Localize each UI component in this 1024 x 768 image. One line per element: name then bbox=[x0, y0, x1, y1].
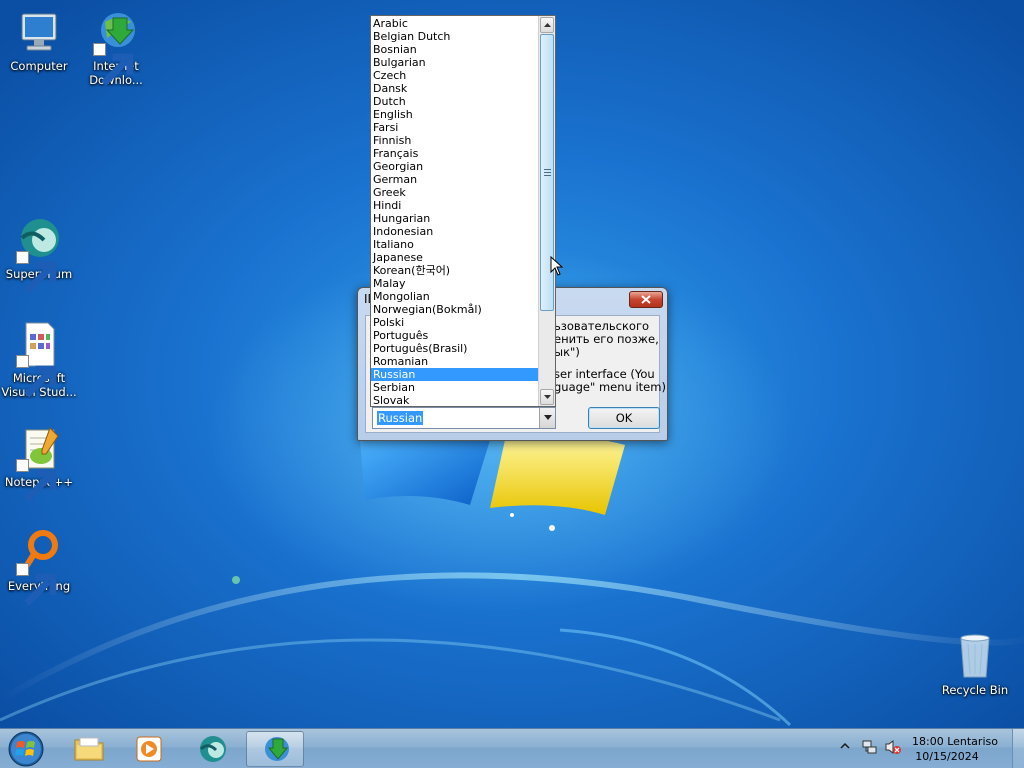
language-option[interactable]: Português(Brasil) bbox=[371, 342, 539, 355]
dialog-message-line: ьзовательского bbox=[554, 320, 650, 333]
language-option[interactable]: Português bbox=[371, 329, 539, 342]
desktop-icon-internet-download-manager[interactable]: Internet Downlo... bbox=[77, 8, 155, 87]
shortcut-arrow-icon bbox=[93, 43, 134, 86]
chevron-down-icon bbox=[543, 395, 551, 399]
media-player-icon bbox=[136, 736, 162, 762]
folder-icon bbox=[74, 737, 104, 761]
language-option[interactable]: Dansk bbox=[371, 82, 539, 95]
show-desktop-button[interactable] bbox=[1012, 729, 1024, 768]
chevron-up-icon bbox=[543, 23, 551, 27]
scroll-down-button[interactable] bbox=[540, 389, 554, 405]
desktop-icon-supermium[interactable]: Supermium bbox=[0, 216, 78, 294]
language-items: Arabic Belgian Dutch Bosnian Bulgarian Czech… bbox=[371, 17, 539, 407]
start-button[interactable] bbox=[6, 729, 48, 768]
taskbar-app-file-explorer[interactable] bbox=[60, 731, 118, 767]
windows-start-icon bbox=[8, 731, 44, 767]
scroll-up-button[interactable] bbox=[540, 17, 554, 33]
dialog-message-line: ser interface (You bbox=[554, 368, 655, 381]
dialog-message-line: guage" menu item) bbox=[554, 381, 666, 394]
dialog-message-line: енить его позже, bbox=[554, 333, 659, 346]
language-option[interactable]: Italiano bbox=[371, 238, 539, 251]
language-option[interactable]: Romanian bbox=[371, 355, 539, 368]
language-option[interactable]: Hindi bbox=[371, 199, 539, 212]
desktop-icon-recycle-bin[interactable]: Recycle Bin bbox=[936, 632, 1014, 697]
language-option[interactable]: Russian bbox=[371, 368, 539, 381]
recycle-bin-icon bbox=[950, 632, 1000, 680]
taskbar-app-internet-download-manager[interactable] bbox=[246, 731, 304, 767]
language-option[interactable]: Français bbox=[371, 147, 539, 160]
close-button[interactable] bbox=[629, 291, 663, 308]
close-icon bbox=[641, 295, 651, 304]
language-option[interactable]: English bbox=[371, 108, 539, 121]
shortcut-arrow-icon bbox=[16, 459, 57, 502]
shortcut-arrow-icon bbox=[16, 251, 57, 294]
internet-download-manager-icon bbox=[265, 737, 289, 761]
language-option[interactable]: Georgian bbox=[371, 160, 539, 173]
desktop-icon-notepad-plus-plus[interactable]: Notepad++ bbox=[0, 424, 78, 502]
language-option[interactable]: Dutch bbox=[371, 95, 539, 108]
dropdown-arrow-button[interactable] bbox=[539, 408, 555, 428]
network-icon[interactable] bbox=[862, 739, 878, 755]
language-option[interactable]: Malay bbox=[371, 277, 539, 290]
language-option[interactable]: Serbian bbox=[371, 381, 539, 394]
language-option[interactable]: Arabic bbox=[371, 17, 539, 30]
language-dropdown-list[interactable]: Arabic Belgian Dutch Bosnian Bulgarian Czech… bbox=[370, 15, 556, 407]
language-option[interactable]: Norwegian(Bokmål) bbox=[371, 303, 539, 316]
visual-studio-icon bbox=[14, 320, 64, 398]
language-option[interactable]: Czech bbox=[371, 69, 539, 82]
internet-download-manager-icon bbox=[91, 8, 141, 86]
language-option[interactable]: Greek bbox=[371, 186, 539, 199]
desktop-icon-computer[interactable]: Computer bbox=[0, 8, 78, 73]
language-option[interactable]: Bosnian bbox=[371, 43, 539, 56]
everything-search-icon bbox=[14, 528, 64, 606]
scrollbar-grip-icon bbox=[544, 169, 551, 177]
taskbar-app-supermium[interactable] bbox=[184, 731, 242, 767]
clock[interactable]: 18:00 Lentariso 10/15/2024 bbox=[912, 734, 998, 764]
list-scrollbar[interactable] bbox=[538, 16, 555, 406]
language-option[interactable]: Indonesian bbox=[371, 225, 539, 238]
language-option[interactable]: Hungarian bbox=[371, 212, 539, 225]
language-select-value: Russian bbox=[377, 411, 424, 425]
language-option[interactable]: Bulgarian bbox=[371, 56, 539, 69]
clock-date: 10/15/2024 bbox=[915, 750, 979, 763]
desktop-icon-label: Recycle Bin bbox=[941, 683, 1009, 697]
dialog-message-line: ык") bbox=[554, 346, 580, 359]
shortcut-arrow-icon bbox=[16, 563, 57, 606]
ok-button[interactable]: OK bbox=[588, 407, 660, 429]
volume-muted-icon[interactable] bbox=[884, 739, 902, 755]
desktop-icon-label: Computer bbox=[10, 59, 68, 73]
language-option[interactable]: German bbox=[371, 173, 539, 186]
language-option[interactable]: Belgian Dutch bbox=[371, 30, 539, 43]
shortcut-arrow-icon bbox=[16, 355, 57, 398]
language-option[interactable]: Mongolian bbox=[371, 290, 539, 303]
show-hidden-icons-chevron-up-icon[interactable] bbox=[840, 741, 850, 751]
supermium-icon bbox=[14, 216, 64, 294]
taskbar-app-media-player[interactable] bbox=[120, 731, 178, 767]
language-option[interactable]: Farsi bbox=[371, 121, 539, 134]
language-option[interactable]: Japanese bbox=[371, 251, 539, 264]
taskbar: 18:00 Lentariso 10/15/2024 bbox=[0, 728, 1024, 768]
language-option[interactable]: Polski bbox=[371, 316, 539, 329]
language-option[interactable]: Finnish bbox=[371, 134, 539, 147]
desktop-icon-visual-studio[interactable]: Microsoft Visual Stud... bbox=[0, 320, 78, 399]
mouse-cursor-icon bbox=[550, 256, 564, 276]
desktop: Computer Internet Downlo... Supermium Mi… bbox=[0, 0, 1024, 728]
language-select[interactable]: Russian bbox=[372, 407, 556, 429]
supermium-icon bbox=[199, 736, 226, 762]
chevron-down-icon bbox=[543, 415, 552, 420]
language-option[interactable]: Slovak bbox=[371, 394, 539, 407]
language-option[interactable]: Korean(한국어) bbox=[371, 264, 539, 277]
computer-icon bbox=[14, 8, 64, 56]
notepad-plus-plus-icon bbox=[14, 424, 64, 502]
desktop-icon-everything[interactable]: Everything bbox=[0, 528, 78, 606]
clock-time: 18:00 Lentariso bbox=[912, 735, 998, 748]
